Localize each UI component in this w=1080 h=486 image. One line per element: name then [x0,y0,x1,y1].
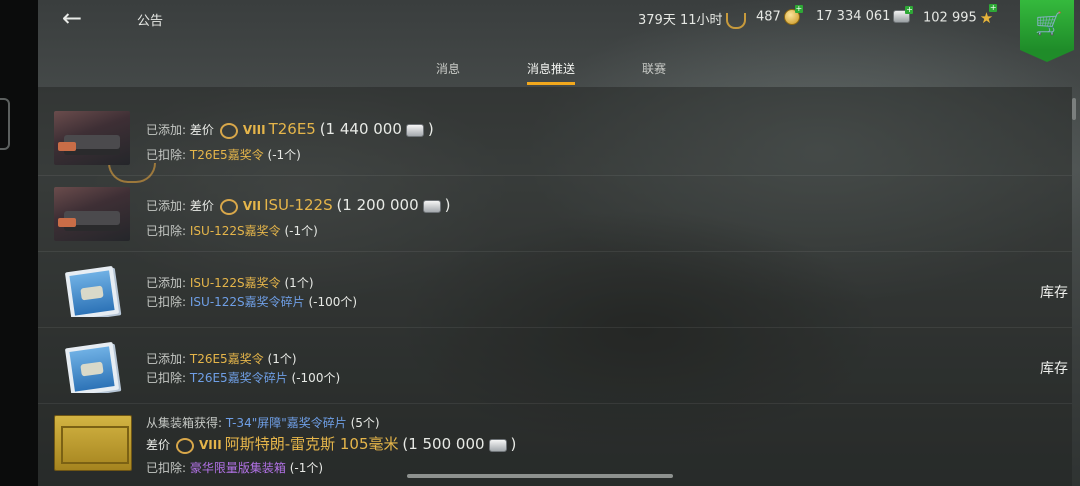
camera-notch [0,98,10,150]
device-edge [0,0,38,486]
add-xp-icon: + [989,3,998,12]
price-diff-label: 差价 [189,123,214,137]
deducted-label: 已扣除: [146,295,187,309]
list-item: 已添加: 差价 VII ISU-122S (1 200 000) 已扣除: ISU-… [38,175,1072,252]
storage-link[interactable]: 库存 [1040,282,1068,302]
tier-label: VII [242,199,262,213]
price-value: (1 200 000 [336,196,419,214]
item-name: 豪华限量版集装箱 [189,461,286,475]
item-name: T-34"屏障"嘉奖令碎片 [225,416,347,430]
free-xp-balance[interactable]: 102 995 ★ + [923,3,998,27]
price-diff-line: 差价 VIII 阿斯特朗-雷克斯 105毫米 (1 500 000) [146,433,516,454]
item-count: (-1个) [289,461,324,475]
tier-emblem-icon [176,437,195,454]
deducted-line: 已扣除: 豪华限量版集装箱 (-1个) [146,459,323,476]
obtained-label: 从集装箱获得: [146,416,223,430]
item-name: T26E5嘉奖令碎片 [189,371,288,385]
tank-name: T26E5 [268,120,316,138]
obtained-line: 从集装箱获得: T-34"屏障"嘉奖令碎片 (5个) [146,414,380,431]
list-item: 已添加: ISU-122S嘉奖令 (1个) 已扣除: ISU-122S嘉奖令碎片… [38,251,1072,328]
add-gold-icon: + [794,4,803,13]
back-arrow-icon[interactable]: ← [62,6,86,30]
item-name: ISU-122S嘉奖令 [189,276,281,290]
added-line: 已添加: 差价 VII ISU-122S (1 200 000) [146,196,451,215]
added-label: 已添加: [146,123,187,137]
item-name: ISU-122S嘉奖令碎片 [189,295,305,309]
active-tab-indicator [527,82,575,85]
tank-name: 阿斯特朗-雷克斯 105毫米 [224,435,399,453]
item-count: (1个) [284,276,314,290]
added-line: 已添加: ISU-122S嘉奖令 (1个) [146,274,314,291]
certificate-thumbnail [54,263,130,317]
item-count: (1个) [267,352,297,366]
tab-messages[interactable]: 消息 [436,60,460,77]
deducted-line: 已扣除: ISU-122S嘉奖令 (-1个) [146,222,318,239]
price-value: (1 500 000 [402,435,485,453]
tier-label: VIII [199,438,222,452]
price-close: ) [510,435,517,453]
added-line: 已添加: T26E5嘉奖令 (1个) [146,350,297,367]
item-name: ISU-122S嘉奖令 [189,224,281,238]
deducted-label: 已扣除: [146,371,187,385]
added-line: 已添加: 差价 VIII T26E5 (1 440 000) [146,120,434,139]
deducted-label: 已扣除: [146,148,187,162]
credits-icon [488,439,507,452]
credits-icon: + [893,6,914,23]
item-count: (-100个) [308,295,358,309]
scrollbar[interactable] [1072,98,1076,120]
price-diff-label: 差价 [146,438,171,452]
container-thumbnail [54,415,132,471]
item-count: (5个) [350,416,380,430]
premium-time-value: 379天 11小时 [638,13,723,28]
added-label: 已添加: [146,199,187,213]
certificate-thumbnail [54,339,130,393]
item-count: (-100个) [291,371,341,385]
page-title: 公告 [137,14,164,29]
premium-icon [725,12,746,29]
tank-thumbnail [54,187,130,241]
tier-emblem-icon [219,122,238,139]
list-item: 已添加: T26E5嘉奖令 (1个) 已扣除: T26E5嘉奖令碎片 (-100… [38,327,1072,404]
credits-icon [422,200,441,213]
added-label: 已添加: [146,352,187,366]
deducted-label: 已扣除: [146,224,187,238]
tank-card-icon [64,265,120,317]
deducted-line: 已扣除: ISU-122S嘉奖令碎片 (-100个) [146,293,357,310]
premium-time[interactable]: 379天 11小时 [638,9,746,29]
gold-value: 487 [756,9,781,25]
item-count: (-1个) [284,224,318,238]
gold-balance[interactable]: 487 + [756,5,803,25]
price-diff-label: 差价 [189,199,214,213]
credits-balance[interactable]: 17 334 061 + [816,6,914,24]
tab-league[interactable]: 联赛 [642,60,666,77]
tier-emblem-icon [219,198,238,215]
price-value: (1 440 000 [319,120,402,138]
credits-icon [405,124,424,137]
item-count: (-1个) [267,148,301,162]
deducted-label: 已扣除: [146,461,187,475]
deducted-line: 已扣除: T26E5嘉奖令碎片 (-100个) [146,369,340,386]
tank-thumbnail [54,111,130,165]
item-name: T26E5嘉奖令 [189,148,264,162]
gold-coin-icon: + [783,5,803,25]
added-label: 已添加: [146,276,187,290]
item-name: T26E5嘉奖令 [189,352,264,366]
price-close: ) [427,120,434,138]
storage-link[interactable]: 库存 [1040,358,1068,378]
list-item: 已添加: 差价 VIII T26E5 (1 440 000) 已扣除: T26E5嘉… [38,99,1072,176]
deducted-line: 已扣除: T26E5嘉奖令 (-1个) [146,146,301,163]
price-close: ) [444,196,451,214]
credits-value: 17 334 061 [816,9,891,24]
message-list[interactable]: 已添加: 差价 VIII T26E5 (1 440 000) 已扣除: T26E5嘉… [38,87,1072,486]
tank-card-icon [64,341,120,393]
tab-bar: 消息 消息推送 联赛 [38,40,1080,86]
free-xp-star-icon: ★ + [979,3,998,27]
home-indicator[interactable] [407,474,673,478]
cart-icon: 🛒 [1035,12,1063,37]
free-xp-value: 102 995 [923,10,977,26]
add-credits-icon: + [905,5,914,14]
tier-label: VIII [242,123,266,137]
tank-name: ISU-122S [264,196,333,214]
tab-push-messages[interactable]: 消息推送 [527,60,575,77]
